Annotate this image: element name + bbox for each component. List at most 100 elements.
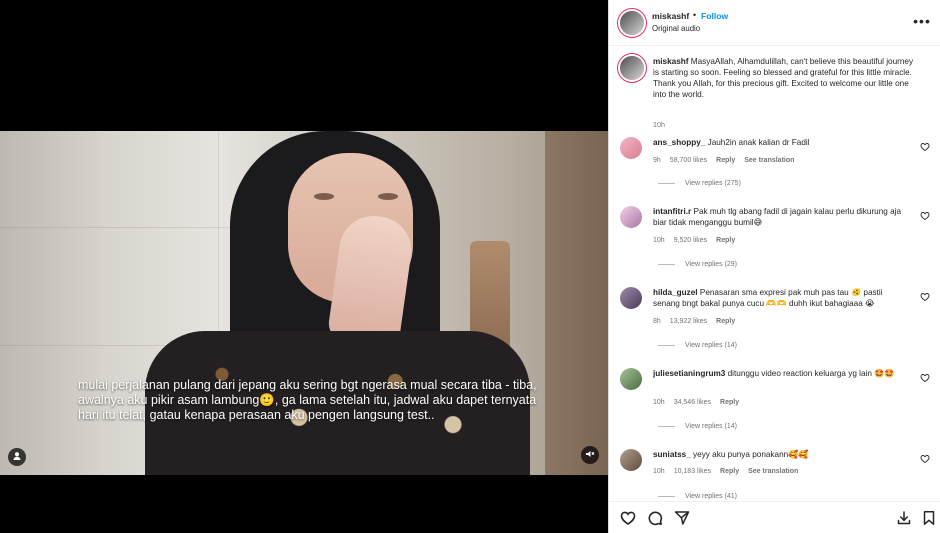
view-replies-button[interactable]: View replies (14) bbox=[658, 342, 737, 349]
mute-icon bbox=[585, 449, 595, 461]
mute-button[interactable] bbox=[581, 446, 599, 464]
comment-like-button[interactable] bbox=[920, 292, 930, 302]
comment-item: ans_shoppy_ Jauh2in anak kalian dr Fadil… bbox=[620, 137, 930, 195]
replies-line bbox=[658, 183, 675, 184]
view-replies-label: View replies (14) bbox=[685, 342, 738, 349]
comment-text: Pak muh tlg abang fadil di jagain kalau … bbox=[653, 207, 902, 227]
comment-likes[interactable]: 10,183 likes bbox=[674, 468, 711, 475]
comment-likes[interactable]: 13,922 likes bbox=[670, 318, 707, 325]
comment-button[interactable] bbox=[647, 510, 663, 526]
bookmark-icon bbox=[921, 511, 937, 528]
more-options-button[interactable]: ••• bbox=[913, 14, 931, 28]
comment-meta: 9h 58,700 likes Reply See translation bbox=[653, 157, 794, 164]
view-replies-label: View replies (29) bbox=[685, 261, 738, 268]
comment-body: hilda_guzel Penasaran sma expresi pak mu… bbox=[653, 287, 911, 309]
caption-text: miskashf MasyaAllah, Alhamdulillah, can'… bbox=[653, 56, 918, 100]
save-button[interactable] bbox=[921, 510, 937, 526]
replies-line bbox=[658, 345, 675, 346]
view-replies-button[interactable]: View replies (275) bbox=[658, 180, 741, 187]
comment-text: ditunggu video reaction keluarga yg lain… bbox=[725, 369, 895, 378]
caption-body: MasyaAllah, Alhamdulillah, can't believe… bbox=[653, 57, 914, 99]
commenter-username[interactable]: suniatss_ bbox=[653, 450, 691, 459]
paper-plane-icon bbox=[674, 511, 690, 528]
right-eye bbox=[378, 193, 398, 200]
user-icon bbox=[12, 451, 22, 463]
heart-icon bbox=[920, 143, 930, 154]
comment-text: yeyy aku punya ponakann🥰🥰 bbox=[690, 450, 809, 459]
see-translation-button[interactable]: See translation bbox=[748, 468, 798, 475]
comment-likes[interactable]: 58,700 likes bbox=[670, 157, 707, 164]
comment-text: Jauh2in anak kalian dr Fadil bbox=[705, 138, 810, 147]
video-caption: mulai perjalanan pulang dari jepang aku … bbox=[78, 378, 537, 422]
author-username[interactable]: miskashf bbox=[652, 11, 689, 21]
post-sidebar: miskashf • Follow Original audio ••• mis… bbox=[608, 0, 940, 533]
commenter-avatar[interactable] bbox=[620, 449, 642, 471]
caption-username[interactable]: miskashf bbox=[653, 57, 689, 66]
view-replies-label: View replies (41) bbox=[685, 493, 738, 500]
tagged-users-button[interactable] bbox=[8, 448, 26, 466]
commenter-avatar[interactable] bbox=[620, 368, 642, 390]
comment-body: suniatss_ yeyy aku punya ponakann🥰🥰 bbox=[653, 449, 911, 460]
comment-likes[interactable]: 9,520 likes bbox=[674, 237, 707, 244]
download-button[interactable] bbox=[896, 510, 912, 526]
left-eye bbox=[314, 193, 334, 200]
caption-avatar[interactable] bbox=[620, 56, 644, 80]
comment-time: 10h bbox=[653, 237, 665, 244]
comment-item: juliesetianingrum3 ditunggu video reacti… bbox=[620, 368, 930, 438]
comment-meta: 10h 34,546 likes Reply bbox=[653, 399, 739, 406]
comment-item: hilda_guzel Penasaran sma expresi pak mu… bbox=[620, 287, 930, 357]
comment-like-button[interactable] bbox=[920, 373, 930, 383]
commenter-avatar[interactable] bbox=[620, 206, 642, 228]
comment-body: intanfitri.r Pak muh tlg abang fadil di … bbox=[653, 206, 911, 228]
comment-meta: 8h 13,922 likes Reply bbox=[653, 318, 735, 325]
audio-label[interactable]: Original audio bbox=[652, 24, 700, 33]
wall-seam bbox=[0, 227, 240, 228]
view-replies-button[interactable]: View replies (14) bbox=[658, 423, 737, 430]
commenter-username[interactable]: ans_shoppy_ bbox=[653, 138, 705, 147]
author-avatar[interactable] bbox=[620, 11, 644, 35]
commenter-avatar[interactable] bbox=[620, 287, 642, 309]
more-icon: ••• bbox=[913, 13, 931, 29]
video-player[interactable] bbox=[0, 131, 608, 475]
comment-time: 10h bbox=[653, 468, 665, 475]
comments-scroll[interactable]: miskashf MasyaAllah, Alhamdulillah, can'… bbox=[609, 46, 940, 501]
comment-like-button[interactable] bbox=[920, 211, 930, 221]
commenter-username[interactable]: hilda_guzel bbox=[653, 288, 698, 297]
heart-icon bbox=[920, 455, 930, 466]
view-replies-label: View replies (14) bbox=[685, 423, 738, 430]
heart-icon bbox=[920, 212, 930, 223]
comment-like-button[interactable] bbox=[920, 454, 930, 464]
commenter-username[interactable]: intanfitri.r bbox=[653, 207, 691, 216]
like-button[interactable] bbox=[620, 510, 636, 526]
post-actions bbox=[609, 501, 940, 533]
comment-time: 9h bbox=[653, 157, 661, 164]
reply-button[interactable]: Reply bbox=[720, 399, 739, 406]
reply-button[interactable]: Reply bbox=[716, 318, 735, 325]
separator-dot: • bbox=[693, 10, 697, 20]
heart-icon bbox=[920, 293, 930, 304]
comment-time: 8h bbox=[653, 318, 661, 325]
follow-button[interactable]: Follow bbox=[701, 11, 728, 21]
heart-icon bbox=[920, 374, 930, 385]
comment-item: intanfitri.r Pak muh tlg abang fadil di … bbox=[620, 206, 930, 276]
see-translation-button[interactable]: See translation bbox=[744, 157, 794, 164]
reply-button[interactable]: Reply bbox=[720, 468, 739, 475]
comment-meta: 10h 9,520 likes Reply bbox=[653, 237, 735, 244]
comment-meta: 10h 10,183 likes Reply See translation bbox=[653, 468, 798, 475]
view-replies-button[interactable]: View replies (41) bbox=[658, 493, 737, 500]
download-icon bbox=[896, 511, 912, 528]
comment-likes[interactable]: 34,546 likes bbox=[674, 399, 711, 406]
replies-line bbox=[658, 496, 675, 497]
comment-time: 10h bbox=[653, 399, 665, 406]
reply-button[interactable]: Reply bbox=[716, 157, 735, 164]
reply-button[interactable]: Reply bbox=[716, 237, 735, 244]
comment-body: ans_shoppy_ Jauh2in anak kalian dr Fadil bbox=[653, 137, 911, 148]
video-pane[interactable]: mulai perjalanan pulang dari jepang aku … bbox=[0, 0, 608, 533]
caption-time: 10h bbox=[653, 120, 665, 129]
share-button[interactable] bbox=[674, 510, 690, 526]
commenter-username[interactable]: juliesetianingrum3 bbox=[653, 369, 725, 378]
comment-like-button[interactable] bbox=[920, 142, 930, 152]
view-replies-button[interactable]: View replies (29) bbox=[658, 261, 737, 268]
commenter-avatar[interactable] bbox=[620, 137, 642, 159]
comment-body: juliesetianingrum3 ditunggu video reacti… bbox=[653, 368, 911, 379]
